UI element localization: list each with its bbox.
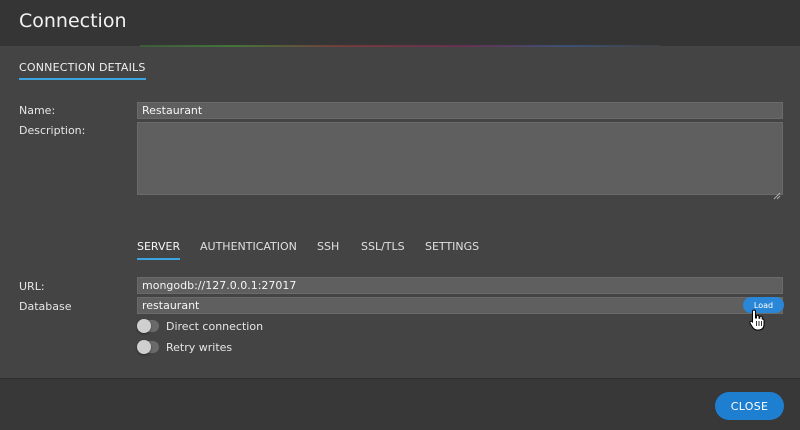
direct-connection-label: Direct connection (166, 319, 264, 333)
direct-connection-row: Direct connection (137, 319, 263, 333)
close-button[interactable]: CLOSE (715, 392, 784, 420)
retry-writes-row: Retry writes (137, 340, 232, 354)
tab-ssl-tls[interactable]: SSL/TLS (361, 240, 405, 253)
direct-connection-toggle[interactable] (137, 319, 159, 333)
dialog-footer: CLOSE (0, 378, 800, 430)
description-label: Description: (19, 124, 86, 137)
header-color-strip (140, 45, 660, 47)
connection-dialog: Connection CONNECTION DETAILS Name: Desc… (0, 0, 800, 430)
name-input[interactable] (137, 102, 783, 119)
toggle-knob (137, 319, 151, 333)
url-label: URL: (19, 280, 45, 293)
tab-ssh[interactable]: SSH (317, 240, 339, 253)
tab-server[interactable]: SERVER (137, 240, 181, 260)
toggle-knob (137, 340, 151, 354)
resize-grip-icon[interactable] (773, 185, 781, 200)
name-label: Name: (19, 104, 56, 117)
tab-settings[interactable]: SETTINGS (425, 240, 479, 253)
retry-writes-toggle[interactable] (137, 340, 159, 354)
dialog-title: Connection (19, 10, 127, 32)
dialog-header: Connection (0, 0, 800, 46)
url-input[interactable] (137, 277, 783, 294)
tab-authentication[interactable]: AUTHENTICATION (200, 240, 297, 253)
retry-writes-label: Retry writes (166, 340, 233, 354)
hand-pointer-icon (749, 309, 765, 331)
tab-connection-details[interactable]: CONNECTION DETAILS (19, 61, 146, 80)
database-input[interactable] (137, 297, 783, 314)
database-label: Database (19, 300, 72, 313)
description-textarea[interactable] (137, 122, 783, 195)
